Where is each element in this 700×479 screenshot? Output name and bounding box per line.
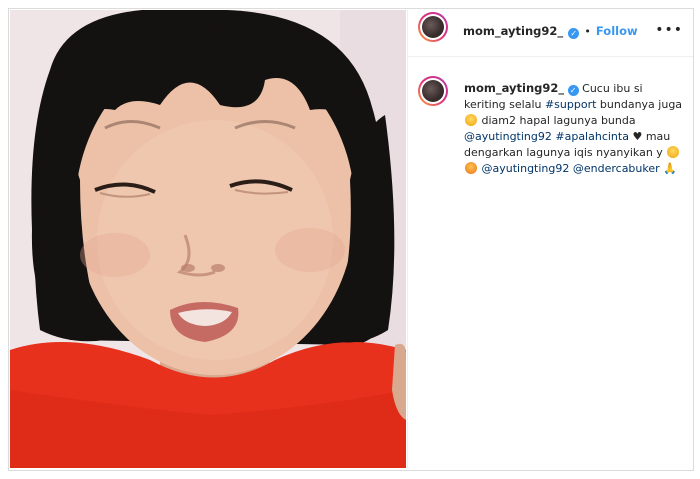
smiling-face-emoji-icon (465, 114, 477, 126)
header-avatar[interactable] (418, 12, 448, 42)
header-username[interactable]: mom_ayting92_ (463, 24, 563, 38)
avatar-photo (422, 16, 444, 38)
follow-button[interactable]: Follow (596, 24, 638, 38)
caption-text-3: diam2 hapal lagunya bunda (478, 114, 636, 127)
caption-text-2: bundanya juga (596, 98, 683, 111)
mention-ayutingting92-link[interactable]: @ayutingting92 (464, 130, 552, 143)
heart-icon: ♥ (632, 130, 643, 143)
mention-ayutingting92-link-2[interactable]: @ayutingting92 (482, 162, 570, 175)
heart-eyes-emoji-icon (465, 162, 477, 174)
post-header: mom_ayting92_ ✓ • Follow ••• (408, 10, 693, 57)
hashtag-apalahcinta-link[interactable]: #apalahcinta (555, 130, 629, 143)
caption-verified-badge-icon: ✓ (567, 85, 579, 96)
verified-badge-icon: ✓ (568, 28, 580, 39)
smiling-face-emoji-icon (667, 146, 680, 158)
caption-avatar[interactable] (418, 76, 448, 106)
more-options-icon[interactable]: ••• (655, 22, 683, 38)
child-photo (10, 10, 406, 468)
caption-text: mom_ayting92_ ✓ Cucu ibu si keriting sel… (464, 80, 684, 177)
separator-dot: • (584, 25, 591, 38)
post-media[interactable] (10, 10, 406, 468)
caption-username[interactable]: mom_ayting92_ (464, 81, 564, 95)
mention-endercabuker-link[interactable]: @endercabuker (573, 162, 660, 175)
folded-hands-emoji-icon: 🙏 (663, 162, 677, 175)
hashtag-support-link[interactable]: #support (545, 98, 596, 111)
post-side-panel: mom_ayting92_ ✓ • Follow ••• mom_ayting9… (407, 10, 693, 468)
